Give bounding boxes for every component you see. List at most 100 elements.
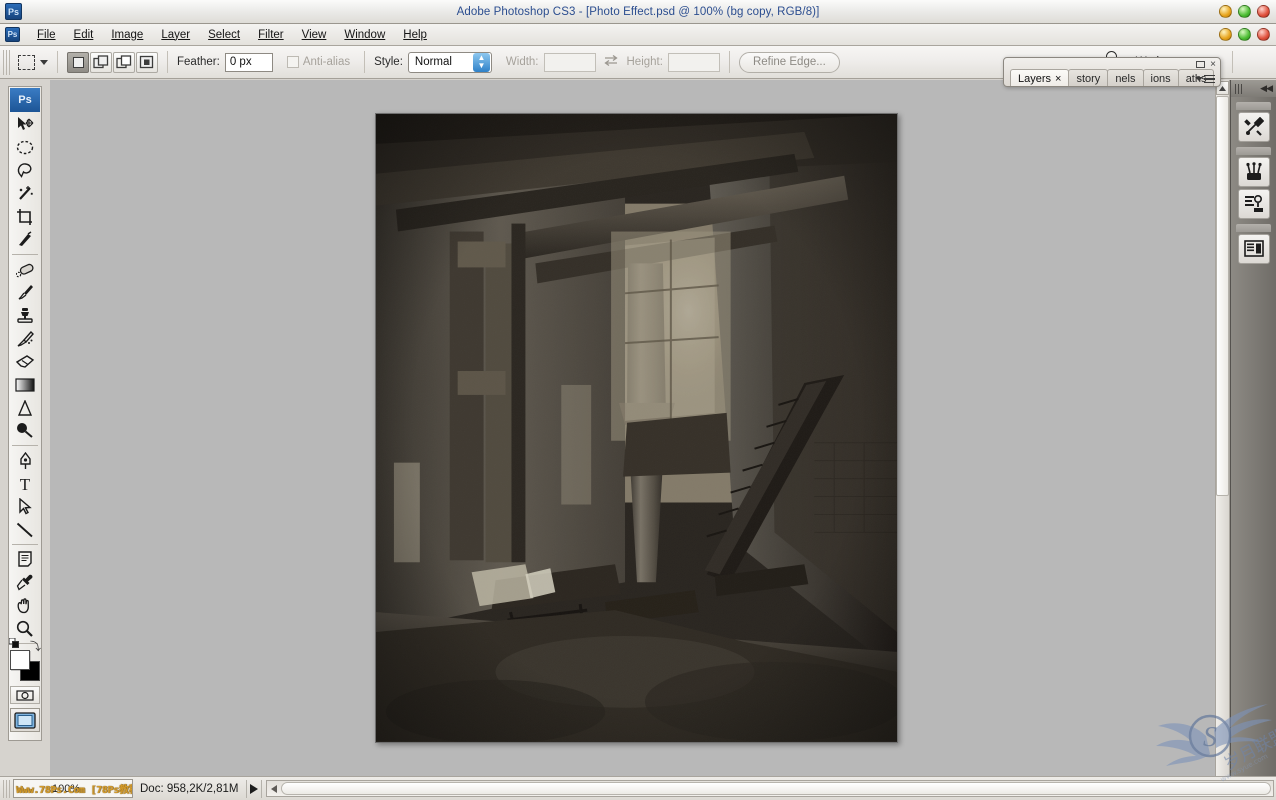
line-tool[interactable]	[10, 518, 40, 541]
hand-tool[interactable]	[10, 594, 40, 617]
document-icon[interactable]: Ps	[5, 27, 20, 42]
floating-palette[interactable]: × Layers × story nels ions aths	[1003, 57, 1221, 87]
style-select[interactable]: Normal ▲ ▼	[407, 51, 492, 73]
panel-tab-strip[interactable]	[1236, 147, 1271, 155]
palette-menu-icon[interactable]	[1195, 74, 1215, 83]
document-info-text: Doc: 958,2K/2,81M	[140, 782, 239, 795]
horizontal-type-tool[interactable]: T	[10, 472, 40, 495]
crop-tool[interactable]	[10, 205, 40, 228]
slice-tool[interactable]	[10, 228, 40, 251]
refine-edge-button[interactable]: Refine Edge...	[738, 51, 840, 73]
canvas-vertical-scrollbar[interactable]	[1215, 80, 1230, 776]
anti-alias-label: Anti-alias	[302, 56, 351, 68]
status-menu-arrow-icon[interactable]	[246, 779, 263, 798]
menu-window[interactable]: Window	[335, 27, 394, 43]
clone-stamp-tool[interactable]	[10, 304, 40, 327]
anti-alias-checkbox[interactable]: Anti-alias	[286, 56, 355, 68]
tab-label: story	[1076, 72, 1101, 85]
doc-maximize-button[interactable]	[1238, 28, 1251, 41]
subtract-from-selection-button[interactable]	[113, 51, 135, 73]
menu-layer[interactable]: Layer	[152, 27, 199, 43]
foreground-color-swatch[interactable]	[10, 650, 30, 670]
color-swatches: ⤵	[8, 637, 41, 683]
tab-label: Layers	[1018, 72, 1052, 85]
new-selection-button[interactable]	[67, 51, 89, 73]
path-selection-tool[interactable]	[10, 495, 40, 518]
brush-tool[interactable]	[10, 281, 40, 304]
menu-help[interactable]: Help	[394, 27, 436, 43]
swap-dimensions-icon[interactable]	[603, 54, 619, 70]
pen-tool[interactable]	[10, 449, 40, 472]
scroll-left-icon[interactable]	[267, 784, 281, 793]
panel-tab-strip[interactable]	[1236, 102, 1271, 110]
scrollbar-thumb[interactable]	[281, 782, 1271, 795]
selection-mode-group	[67, 51, 158, 73]
window-controls	[1219, 5, 1270, 18]
chevron-updown-icon: ▲ ▼	[472, 52, 490, 72]
doc-minimize-button[interactable]	[1219, 28, 1232, 41]
scrollbar-thumb[interactable]	[1216, 96, 1229, 496]
move-tool[interactable]	[10, 113, 40, 136]
minimize-button[interactable]	[1219, 5, 1232, 18]
gradient-tool[interactable]	[10, 373, 40, 396]
close-button[interactable]	[1257, 5, 1270, 18]
clone-source-panel-icon[interactable]	[1237, 189, 1270, 219]
tool-divider	[12, 445, 38, 446]
palette-minimize-icon[interactable]	[1196, 61, 1206, 68]
panel-tab-strip[interactable]	[1236, 224, 1271, 232]
menu-view[interactable]: View	[293, 27, 336, 43]
menu-image[interactable]: Image	[102, 27, 152, 43]
quick-mask-mode-button[interactable]	[10, 686, 40, 704]
zoom-level-field[interactable]: 100% Www.78Ps.Com [78Ps教程网]	[13, 779, 133, 798]
svg-text:T: T	[20, 475, 31, 492]
status-bar-grip[interactable]	[3, 779, 11, 798]
toolbox-header[interactable]: Ps	[10, 88, 40, 112]
tool-presets-panel-icon[interactable]	[1237, 112, 1270, 142]
intersect-with-selection-button[interactable]	[136, 51, 158, 73]
menu-edit[interactable]: Edit	[65, 27, 103, 43]
tab-label: nels	[1115, 72, 1136, 85]
options-bar-grip[interactable]	[3, 49, 11, 75]
blur-tool[interactable]	[10, 396, 40, 419]
notes-tool[interactable]	[10, 548, 40, 571]
palette-tab-history[interactable]: story	[1068, 69, 1109, 86]
swap-colors-icon[interactable]: ⤵	[30, 638, 41, 654]
image-canvas[interactable]	[375, 113, 898, 743]
elliptical-marquee-tool[interactable]	[10, 136, 40, 159]
palette-tab-layers[interactable]: Layers ×	[1010, 69, 1070, 86]
palette-tab-channels[interactable]: nels	[1107, 69, 1144, 86]
document-work-area[interactable]	[50, 80, 1276, 776]
height-input[interactable]	[667, 52, 720, 72]
feather-input[interactable]	[224, 52, 273, 72]
brushes-panel-icon[interactable]	[1237, 157, 1270, 187]
maximize-button[interactable]	[1238, 5, 1251, 18]
magic-wand-tool[interactable]	[10, 182, 40, 205]
close-icon[interactable]: ×	[1055, 73, 1061, 85]
menu-file[interactable]: File	[28, 27, 65, 43]
history-brush-tool[interactable]	[10, 327, 40, 350]
right-panel-dock: ◀◀	[1230, 80, 1276, 776]
menu-select[interactable]: Select	[199, 27, 249, 43]
tool-preset-picker[interactable]	[18, 54, 48, 70]
lasso-tool[interactable]	[10, 159, 40, 182]
doc-close-button[interactable]	[1257, 28, 1270, 41]
collapse-panels-icon[interactable]: ◀◀	[1260, 83, 1273, 94]
healing-brush-tool[interactable]	[10, 258, 40, 281]
palette-tab-actions[interactable]: ions	[1142, 69, 1179, 86]
dodge-tool[interactable]	[10, 419, 40, 442]
zoom-tool[interactable]	[10, 617, 40, 640]
eyedropper-tool[interactable]	[10, 571, 40, 594]
dock-grip[interactable]	[1235, 83, 1244, 94]
status-bar: 100% Www.78Ps.Com [78Ps教程网] Doc: 958,2K/…	[0, 776, 1276, 800]
eraser-tool[interactable]	[10, 350, 40, 373]
add-to-selection-button[interactable]	[90, 51, 112, 73]
dock-header[interactable]: ◀◀	[1231, 80, 1276, 97]
tool-divider	[12, 544, 38, 545]
default-colors-icon[interactable]	[8, 637, 19, 648]
menu-filter[interactable]: Filter	[249, 27, 293, 43]
style-label: Style:	[374, 56, 403, 68]
screen-mode-button[interactable]	[10, 708, 40, 732]
width-input[interactable]	[543, 52, 596, 72]
horizontal-scrollbar[interactable]	[266, 780, 1274, 797]
layer-comps-panel-icon[interactable]	[1237, 234, 1270, 264]
